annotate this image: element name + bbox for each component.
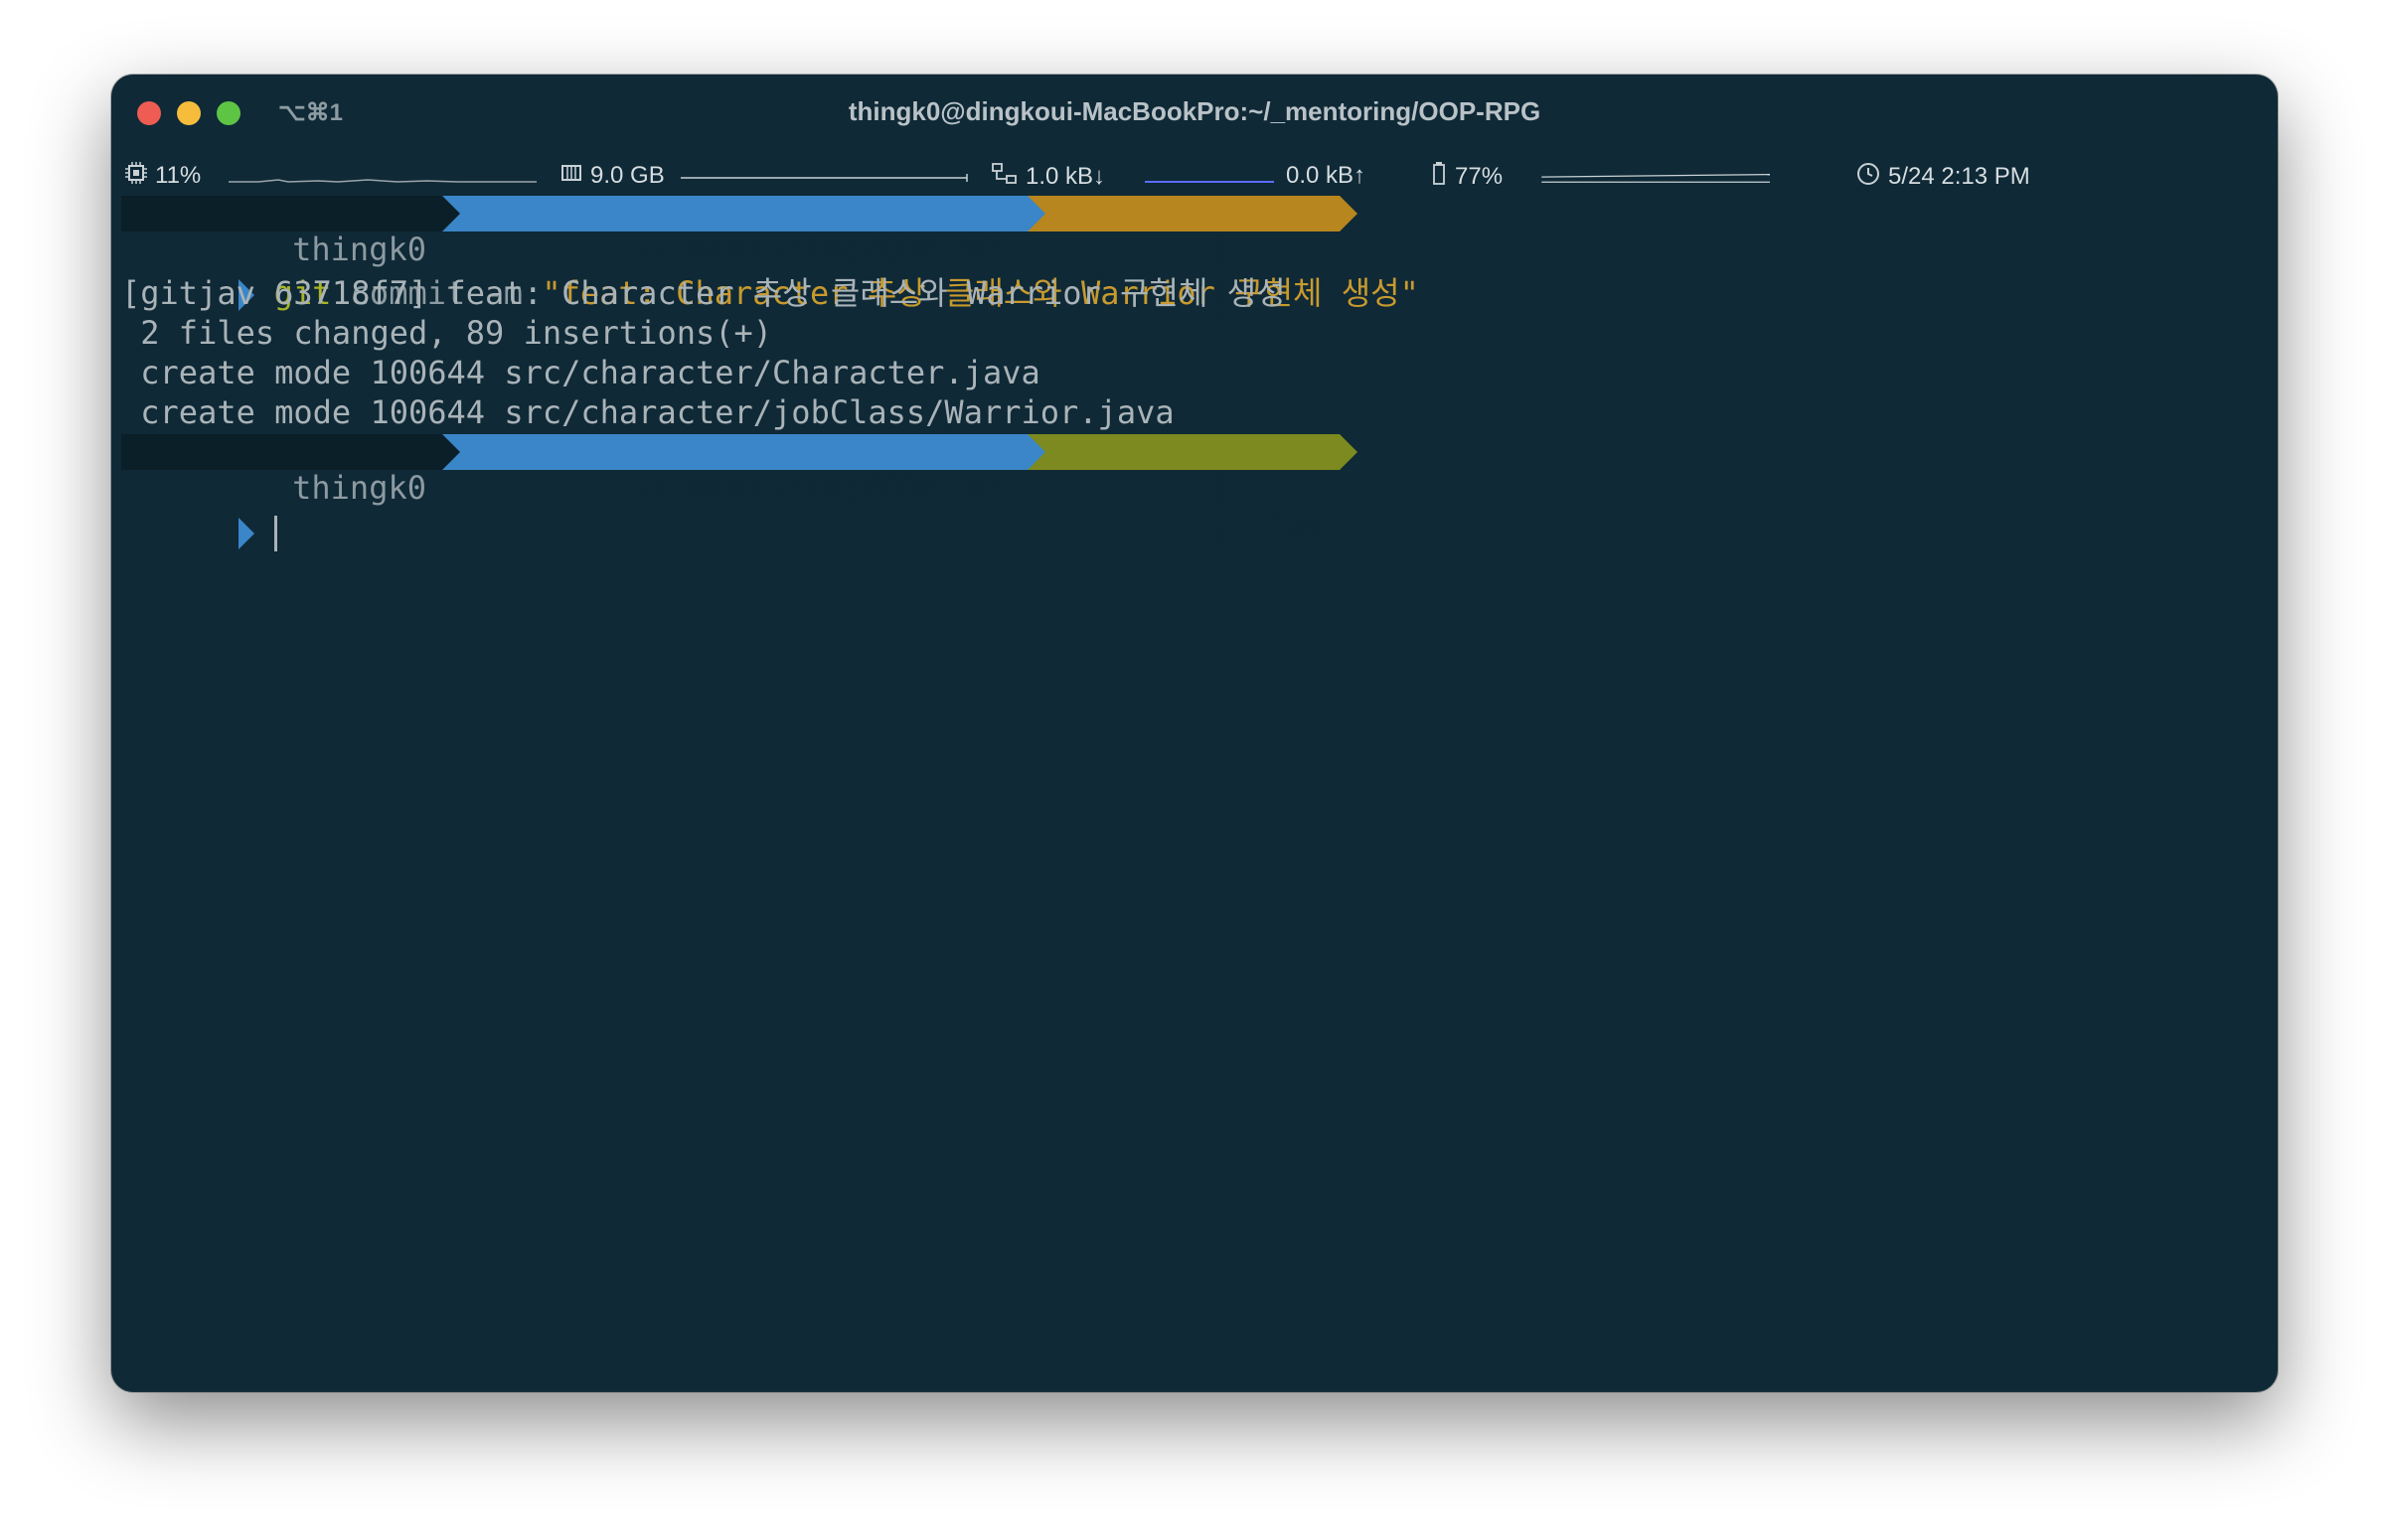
cpu-icon bbox=[125, 162, 147, 190]
clock-value: 5/24 2:13 PM bbox=[1888, 163, 2030, 190]
prompt-git-segment: ᚠ gitjav bbox=[1028, 434, 1358, 541]
prompt-user-segment: thingk0 bbox=[121, 434, 460, 506]
terminal-content[interactable]: thingk0 ~/_mentoring/OOP-RPG ᚠ gitjav + … bbox=[121, 194, 2268, 551]
output-line: create mode 100644 src/character/Charact… bbox=[121, 354, 1040, 391]
network-up-value: 0.0 kB↑ bbox=[1286, 162, 1366, 189]
network-up-stat: 0.0 kB↑ bbox=[1286, 162, 1365, 190]
prompt-line: thingk0 ~/_mentoring/OOP-RPG ᚠ gitjav bbox=[121, 432, 2268, 541]
prompt-path-segment: ~/_mentoring/OOP-RPG bbox=[441, 196, 1046, 267]
output-line: create mode 100644 src/character/jobClas… bbox=[121, 393, 1175, 431]
prompt-line: thingk0 ~/_mentoring/OOP-RPG ᚠ gitjav + bbox=[121, 194, 2268, 339]
prompt-user-segment: thingk0 bbox=[121, 196, 460, 267]
battery-icon bbox=[1433, 162, 1447, 192]
clock-stat: 5/24 2:13 PM bbox=[1856, 162, 2030, 192]
terminal-window: ⌥⌘1 thingk0@dingkoui-MacBookPro:~/_mento… bbox=[111, 75, 2278, 1392]
prompt-git-segment: ᚠ gitjav + bbox=[1028, 196, 1358, 339]
prompt-caret-icon bbox=[238, 518, 254, 549]
clock-icon bbox=[1856, 162, 1880, 192]
battery-value: 77% bbox=[1455, 163, 1504, 190]
title-bar: ⌥⌘1 thingk0@dingkoui-MacBookPro:~/_mento… bbox=[111, 75, 2278, 154]
cpu-sparkline bbox=[229, 179, 537, 183]
command-line: git commit -m "feat: Character 추상 클래스와 W… bbox=[121, 233, 2268, 312]
output-line: [gitjav 63718f7] feat: Character 추상 클래스와… bbox=[121, 274, 1286, 312]
cpu-stat: 11% bbox=[125, 162, 201, 190]
prompt-path-segment: ~/_mentoring/OOP-RPG bbox=[441, 434, 1046, 506]
cpu-value: 11% bbox=[155, 162, 202, 189]
network-sparkline bbox=[1145, 181, 1274, 183]
battery-stat: 77% bbox=[1433, 162, 1503, 192]
memory-stat: 9.0 GB bbox=[560, 162, 665, 190]
battery-sparkline bbox=[1541, 173, 1771, 183]
output-line: 2 files changed, 89 insertions(+) bbox=[121, 314, 773, 352]
network-icon bbox=[992, 162, 1018, 192]
memory-icon bbox=[560, 162, 582, 190]
memory-sparkline bbox=[681, 174, 968, 182]
memory-value: 9.0 GB bbox=[590, 162, 665, 189]
network-stat: 1.0 kB↓ bbox=[992, 162, 1105, 192]
input-line[interactable] bbox=[121, 472, 2268, 551]
window-title: thingk0@dingkoui-MacBookPro:~/_mentoring… bbox=[848, 96, 1541, 126]
text-cursor bbox=[273, 516, 277, 551]
network-down-value: 1.0 kB↓ bbox=[1026, 163, 1106, 190]
